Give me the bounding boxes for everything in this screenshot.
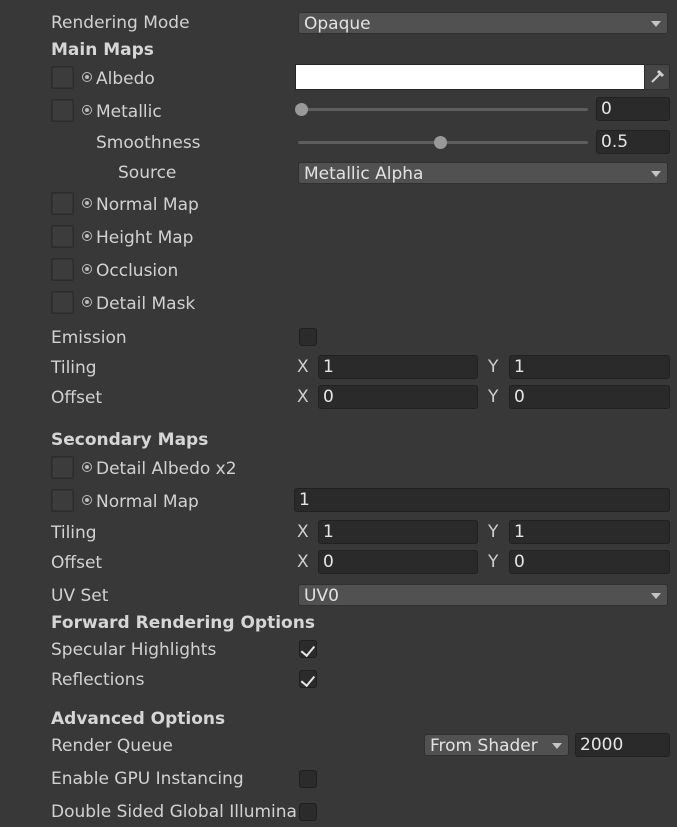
chevron-down-icon xyxy=(651,171,661,177)
offset-label: Offset xyxy=(51,388,103,408)
checkmark-icon xyxy=(300,672,316,688)
uv-set-label: UV Set xyxy=(51,586,109,606)
secondary-offset-y-field[interactable]: 0 xyxy=(509,550,670,574)
forward-rendering-heading: Forward Rendering Options xyxy=(51,613,315,633)
rendering-mode-value: Opaque xyxy=(304,14,371,34)
secondary-offset-x-axis-label: X xyxy=(297,552,309,572)
metallic-slider-thumb[interactable] xyxy=(295,103,308,116)
secondary-tiling-label: Tiling xyxy=(51,523,97,543)
offset-y-field[interactable]: 0 xyxy=(509,385,670,409)
tiling-x-axis-label: X xyxy=(297,357,309,377)
normal-map-label: Normal Map xyxy=(96,195,199,215)
secondary-tiling-y-field[interactable]: 1 xyxy=(509,520,670,544)
eyedropper-icon xyxy=(651,69,665,83)
render-queue-value-field[interactable]: 2000 xyxy=(575,733,670,757)
tiling-y-axis-label: Y xyxy=(488,357,499,377)
height-map-label: Height Map xyxy=(96,228,194,248)
emission-checkbox[interactable] xyxy=(299,328,317,346)
specular-highlights-label: Specular Highlights xyxy=(51,640,217,660)
tiling-label: Tiling xyxy=(51,358,97,378)
rendering-mode-dropdown[interactable]: Opaque xyxy=(298,12,668,34)
detail-mask-texture-slot[interactable] xyxy=(51,291,74,314)
secondary-tiling-x-axis-label: X xyxy=(297,522,309,542)
secondary-offset-x-field[interactable]: 0 xyxy=(318,550,478,574)
secondary-normal-map-texture-slot[interactable] xyxy=(51,489,74,512)
secondary-maps-heading: Secondary Maps xyxy=(51,430,209,450)
source-label: Source xyxy=(118,163,177,183)
render-queue-label: Render Queue xyxy=(51,736,173,756)
smoothness-slider-thumb[interactable] xyxy=(433,136,447,149)
object-picker-icon[interactable] xyxy=(82,495,92,505)
smoothness-value-field[interactable]: 0.5 xyxy=(596,130,670,154)
double-sided-gi-checkbox[interactable] xyxy=(299,803,317,821)
smoothness-label: Smoothness xyxy=(96,133,201,153)
secondary-tiling-y-axis-label: Y xyxy=(488,522,499,542)
metallic-label: Metallic xyxy=(96,102,162,122)
reflections-label: Reflections xyxy=(51,670,145,690)
metallic-value-field[interactable]: 0 xyxy=(596,97,670,121)
chevron-down-icon xyxy=(552,743,562,749)
render-queue-mode-dropdown[interactable]: From Shader xyxy=(424,734,569,756)
object-picker-icon[interactable] xyxy=(82,105,92,115)
source-value: Metallic Alpha xyxy=(304,164,424,184)
secondary-offset-label: Offset xyxy=(51,553,103,573)
object-picker-icon[interactable] xyxy=(82,462,92,472)
source-dropdown[interactable]: Metallic Alpha xyxy=(298,162,668,184)
gpu-instancing-checkbox[interactable] xyxy=(299,770,317,788)
metallic-texture-slot[interactable] xyxy=(51,99,74,122)
albedo-color-field[interactable] xyxy=(295,64,645,90)
object-picker-icon[interactable] xyxy=(82,297,92,307)
detail-albedo-label: Detail Albedo x2 xyxy=(96,459,237,479)
specular-highlights-checkbox[interactable] xyxy=(299,640,317,658)
detail-mask-label: Detail Mask xyxy=(96,294,196,314)
tiling-x-field[interactable]: 1 xyxy=(318,355,478,379)
chevron-down-icon xyxy=(651,593,661,599)
secondary-tiling-x-field[interactable]: 1 xyxy=(318,520,478,544)
detail-albedo-texture-slot[interactable] xyxy=(51,456,74,479)
uv-set-value: UV0 xyxy=(304,586,339,606)
eyedropper-button[interactable] xyxy=(644,64,670,90)
object-picker-icon[interactable] xyxy=(82,198,92,208)
albedo-texture-slot[interactable] xyxy=(51,66,74,89)
metallic-slider-track[interactable] xyxy=(298,108,588,111)
secondary-normal-scale-field[interactable]: 1 xyxy=(294,488,670,512)
tiling-y-field[interactable]: 1 xyxy=(509,355,670,379)
chevron-down-icon xyxy=(651,21,661,27)
checkmark-icon xyxy=(300,642,316,658)
secondary-normal-map-label: Normal Map xyxy=(96,492,199,512)
secondary-offset-y-axis-label: Y xyxy=(488,552,499,572)
offset-x-axis-label: X xyxy=(297,387,309,407)
emission-label: Emission xyxy=(51,328,127,348)
render-queue-mode-value: From Shader xyxy=(430,736,538,756)
double-sided-gi-label: Double Sided Global Illumina xyxy=(51,802,297,822)
occlusion-texture-slot[interactable] xyxy=(51,258,74,281)
main-maps-heading: Main Maps xyxy=(51,40,154,60)
uv-set-dropdown[interactable]: UV0 xyxy=(298,584,668,606)
offset-x-field[interactable]: 0 xyxy=(318,385,478,409)
offset-y-axis-label: Y xyxy=(488,387,499,407)
reflections-checkbox[interactable] xyxy=(299,670,317,688)
advanced-options-heading: Advanced Options xyxy=(51,709,226,729)
object-picker-icon[interactable] xyxy=(82,264,92,274)
occlusion-label: Occlusion xyxy=(96,261,179,281)
rendering-mode-label: Rendering Mode xyxy=(51,13,190,33)
object-picker-icon[interactable] xyxy=(82,72,92,82)
height-map-texture-slot[interactable] xyxy=(51,225,74,248)
object-picker-icon[interactable] xyxy=(82,231,92,241)
gpu-instancing-label: Enable GPU Instancing xyxy=(51,769,244,789)
normal-map-texture-slot[interactable] xyxy=(51,192,74,215)
albedo-label: Albedo xyxy=(96,69,155,89)
